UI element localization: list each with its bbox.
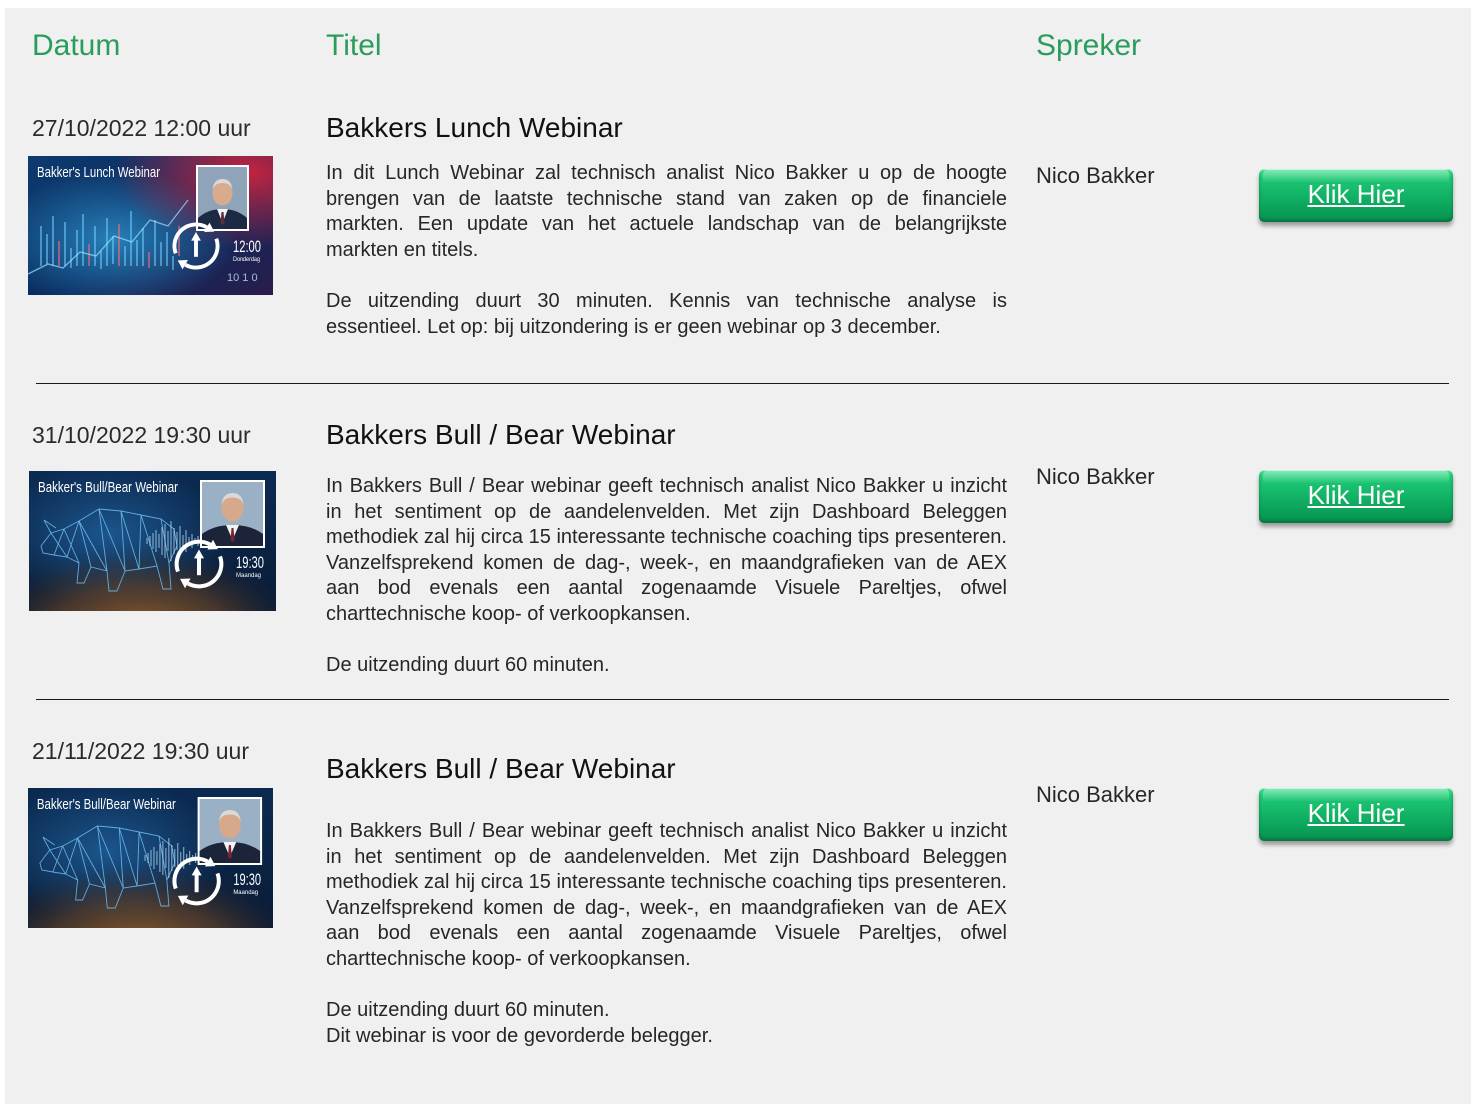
register-button[interactable]: Klik Hier bbox=[1259, 470, 1453, 523]
column-header-speaker: Spreker bbox=[1036, 29, 1142, 62]
candlestick-bar bbox=[124, 246, 126, 266]
candlestick-bar bbox=[112, 236, 114, 264]
candlestick-bar bbox=[130, 211, 132, 266]
speaker-portrait bbox=[200, 480, 265, 548]
thumbnail-caption: Bakker's Lunch Webinar bbox=[37, 164, 160, 181]
description-paragraph: In Bakkers Bull / Bear webinar geeft tec… bbox=[326, 475, 1007, 625]
candlestick-bar bbox=[40, 226, 42, 266]
description-paragraph: De uitzending duurt 60 minuten. bbox=[326, 999, 610, 1022]
candlestick-bar bbox=[106, 218, 108, 266]
webinar-description: In Bakkers Bull / Bear webinar geeft tec… bbox=[326, 819, 1007, 1049]
candlestick-bar bbox=[154, 220, 156, 266]
candlestick-bar bbox=[46, 234, 48, 264]
webinar-speaker: Nico Bakker bbox=[1036, 163, 1155, 188]
candlestick-bar bbox=[94, 226, 96, 266]
speaker-portrait bbox=[196, 165, 249, 231]
webinar-description: In Bakkers Bull / Bear webinar geeft tec… bbox=[326, 474, 1007, 679]
bull-bear-webinar-thumbnail: Bakker's Bull/Bear Webinar 19:30 Maandag bbox=[28, 788, 273, 928]
description-paragraph: De uitzending duurt 60 minuten. bbox=[326, 654, 610, 677]
candlestick-bar bbox=[148, 252, 150, 268]
description-paragraph: De uitzending duurt 30 minuten. Kennis v… bbox=[326, 289, 1007, 338]
register-button-label: Klik Hier bbox=[1307, 179, 1405, 209]
webinar-schedule: Datum Titel Spreker 27/10/2022 12:00 uur… bbox=[0, 0, 1471, 1106]
thumbnail-background-digits: 10 1 0 bbox=[227, 272, 258, 284]
description-paragraph: In dit Lunch Webinar zal technisch anali… bbox=[326, 162, 1007, 261]
candlestick-bar bbox=[100, 251, 102, 269]
webinar-title: Bakkers Bull / Bear Webinar bbox=[326, 753, 676, 784]
webinar-date: 31/10/2022 19:30 uur bbox=[32, 422, 251, 448]
thumbnail-time: 19:30 bbox=[233, 870, 261, 889]
candlestick-bar bbox=[70, 248, 72, 268]
bull-bear-webinar-thumbnail: Bakker's Bull/Bear Webinar 19:30 Maandag bbox=[29, 471, 276, 611]
webinar-title: Bakkers Lunch Webinar bbox=[326, 112, 623, 143]
webinar-speaker: Nico Bakker bbox=[1036, 464, 1155, 489]
register-button-label: Klik Hier bbox=[1307, 480, 1405, 510]
candlestick-bar bbox=[76, 230, 78, 266]
column-header-date: Datum bbox=[32, 29, 121, 62]
thumbnail-day: Donderdag bbox=[233, 257, 260, 263]
webinar-speaker: Nico Bakker bbox=[1036, 782, 1155, 807]
thumbnail-day: Maandag bbox=[233, 890, 258, 896]
thumbnail-caption: Bakker's Bull/Bear Webinar bbox=[37, 796, 176, 813]
thumbnail-time: 12:00 bbox=[233, 237, 261, 256]
thumbnail-caption: Bakker's Bull/Bear Webinar bbox=[38, 479, 178, 496]
webinar-title: Bakkers Bull / Bear Webinar bbox=[326, 419, 676, 450]
description-paragraph: In Bakkers Bull / Bear webinar geeft tec… bbox=[326, 820, 1007, 970]
candlestick-bar bbox=[64, 222, 66, 266]
thumbnail-day: Maandag bbox=[236, 573, 261, 579]
thumbnail-time: 19:30 bbox=[236, 553, 264, 572]
candlestick-bar bbox=[166, 232, 168, 266]
column-header-title: Titel bbox=[326, 29, 382, 62]
webinar-date: 27/10/2022 12:00 uur bbox=[32, 115, 251, 141]
webinar-description: In dit Lunch Webinar zal technisch anali… bbox=[326, 161, 1007, 340]
candlestick-bar bbox=[118, 224, 120, 266]
row-divider bbox=[36, 699, 1449, 700]
register-button[interactable]: Klik Hier bbox=[1259, 169, 1453, 222]
candlestick-bar bbox=[172, 256, 174, 270]
candlestick-bar bbox=[142, 228, 144, 266]
candlestick-bar bbox=[52, 216, 54, 266]
description-paragraph: Dit webinar is voor de gevorderde belegg… bbox=[326, 1024, 713, 1047]
candlestick-bar bbox=[58, 241, 60, 266]
register-button-label: Klik Hier bbox=[1307, 798, 1405, 828]
speaker-portrait bbox=[197, 797, 263, 865]
lunch-webinar-thumbnail: Bakker's Lunch Webinar 12:00 Donderdag 1… bbox=[28, 156, 273, 295]
candlestick-bar bbox=[160, 242, 162, 266]
register-button[interactable]: Klik Hier bbox=[1259, 788, 1453, 841]
webinar-date: 21/11/2022 19:30 uur bbox=[32, 738, 249, 764]
row-divider bbox=[36, 383, 1449, 384]
candlestick-bar bbox=[82, 214, 84, 266]
candlestick-bar bbox=[136, 240, 138, 266]
